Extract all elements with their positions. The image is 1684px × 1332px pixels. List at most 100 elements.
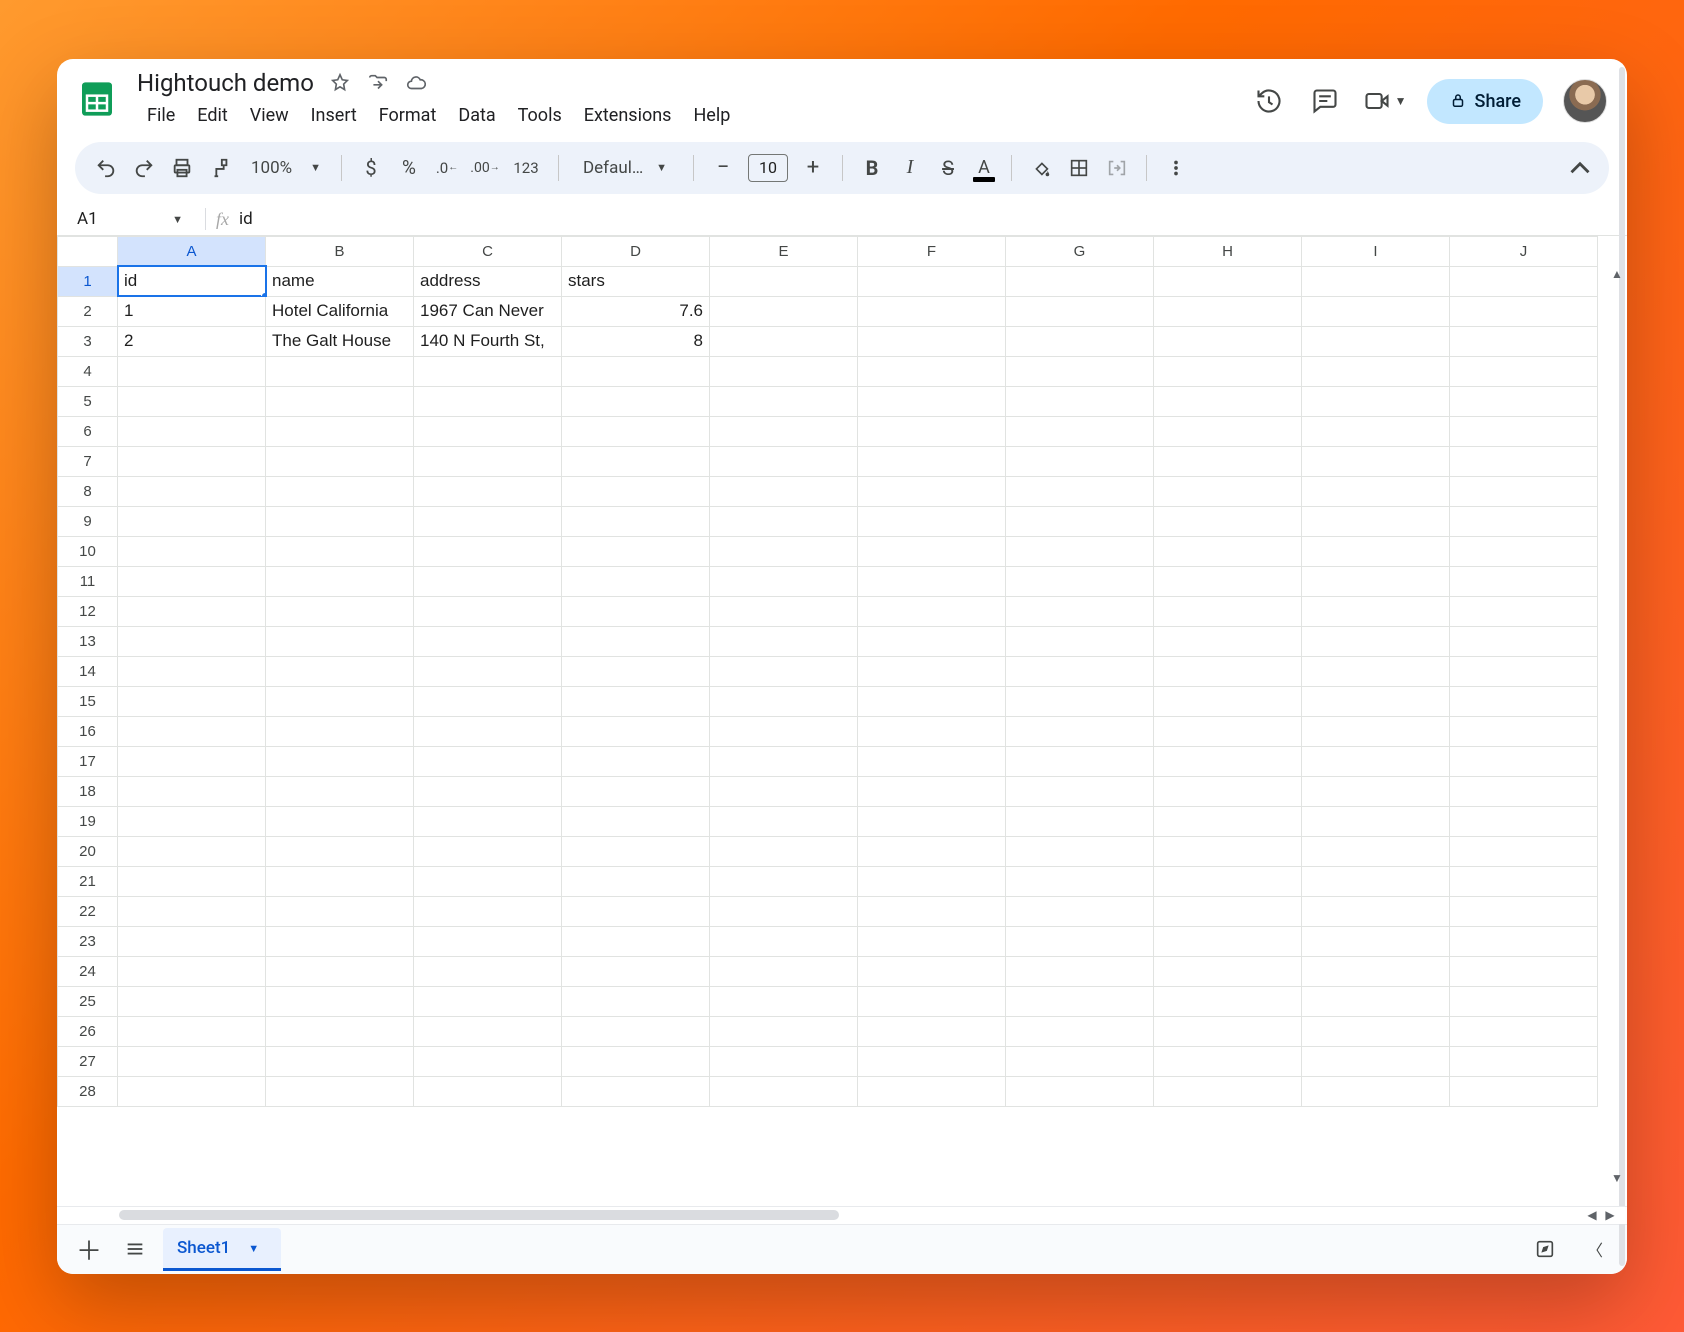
account-avatar[interactable] xyxy=(1563,79,1607,123)
cell[interactable] xyxy=(1006,836,1154,866)
cell[interactable] xyxy=(1302,776,1450,806)
cell[interactable] xyxy=(1154,356,1302,386)
cell[interactable] xyxy=(562,386,710,416)
cell[interactable] xyxy=(1006,566,1154,596)
cloud-icon[interactable] xyxy=(404,71,428,95)
cell[interactable] xyxy=(118,596,266,626)
explore-button[interactable] xyxy=(1527,1231,1563,1267)
cell[interactable] xyxy=(1154,416,1302,446)
column-header[interactable]: C xyxy=(414,236,562,266)
cell[interactable] xyxy=(1302,986,1450,1016)
cell[interactable] xyxy=(562,716,710,746)
cell[interactable] xyxy=(118,446,266,476)
scroll-down-icon[interactable]: ▼ xyxy=(1609,1170,1625,1186)
cell[interactable] xyxy=(710,536,858,566)
cell[interactable] xyxy=(562,506,710,536)
cell[interactable] xyxy=(562,746,710,776)
cell[interactable] xyxy=(266,806,414,836)
undo-button[interactable] xyxy=(89,151,123,185)
row-header[interactable]: 19 xyxy=(58,806,118,836)
cell[interactable] xyxy=(1302,356,1450,386)
cell[interactable] xyxy=(414,956,562,986)
cell[interactable] xyxy=(710,326,858,356)
text-color-button[interactable]: A xyxy=(969,153,999,183)
fill-color-button[interactable] xyxy=(1024,151,1058,185)
row-header[interactable]: 1 xyxy=(58,266,118,296)
cell[interactable] xyxy=(562,1076,710,1106)
cell[interactable] xyxy=(1450,626,1598,656)
cell[interactable] xyxy=(1450,806,1598,836)
cell[interactable] xyxy=(1154,746,1302,776)
cell[interactable] xyxy=(1450,926,1598,956)
cell[interactable] xyxy=(1302,656,1450,686)
cell[interactable]: name xyxy=(266,266,414,296)
cell[interactable] xyxy=(118,896,266,926)
cell[interactable] xyxy=(266,596,414,626)
cell[interactable] xyxy=(858,776,1006,806)
cell[interactable] xyxy=(118,536,266,566)
cell[interactable] xyxy=(562,686,710,716)
cell[interactable] xyxy=(1006,716,1154,746)
row-header[interactable]: 22 xyxy=(58,896,118,926)
row-header[interactable]: 23 xyxy=(58,926,118,956)
cell[interactable]: stars xyxy=(562,266,710,296)
cell[interactable] xyxy=(266,416,414,446)
cell[interactable] xyxy=(710,1046,858,1076)
cell[interactable] xyxy=(1302,836,1450,866)
row-header[interactable]: 13 xyxy=(58,626,118,656)
cell[interactable] xyxy=(858,866,1006,896)
cell[interactable] xyxy=(414,596,562,626)
cell[interactable] xyxy=(1154,1076,1302,1106)
cell[interactable] xyxy=(1006,776,1154,806)
cell[interactable] xyxy=(1006,476,1154,506)
cell[interactable] xyxy=(1302,326,1450,356)
column-header[interactable]: D xyxy=(562,236,710,266)
cell[interactable] xyxy=(858,536,1006,566)
cell[interactable] xyxy=(858,1076,1006,1106)
cell[interactable] xyxy=(1006,806,1154,836)
cell[interactable] xyxy=(562,656,710,686)
cell[interactable] xyxy=(858,1016,1006,1046)
column-header[interactable]: H xyxy=(1154,236,1302,266)
cell[interactable] xyxy=(1154,386,1302,416)
font-size-input[interactable]: 10 xyxy=(748,154,788,182)
cell[interactable] xyxy=(858,956,1006,986)
cell[interactable] xyxy=(858,326,1006,356)
column-header[interactable]: F xyxy=(858,236,1006,266)
cell[interactable] xyxy=(118,926,266,956)
vertical-scrollbar[interactable]: ▲ ▼ xyxy=(1609,266,1625,1186)
cell[interactable]: 8 xyxy=(562,326,710,356)
cell[interactable] xyxy=(414,1046,562,1076)
cell[interactable] xyxy=(858,656,1006,686)
cell[interactable] xyxy=(858,746,1006,776)
row-header[interactable]: 9 xyxy=(58,506,118,536)
cell[interactable] xyxy=(414,866,562,896)
cell[interactable] xyxy=(414,626,562,656)
cell[interactable] xyxy=(710,896,858,926)
cell[interactable] xyxy=(266,776,414,806)
cell[interactable] xyxy=(710,386,858,416)
cell[interactable]: address xyxy=(414,266,562,296)
cell[interactable] xyxy=(1450,746,1598,776)
cell[interactable] xyxy=(1154,656,1302,686)
cell[interactable] xyxy=(1006,356,1154,386)
cell[interactable] xyxy=(1154,776,1302,806)
cell[interactable] xyxy=(1450,416,1598,446)
cell[interactable] xyxy=(1302,266,1450,296)
menu-file[interactable]: File xyxy=(137,101,185,130)
cell[interactable] xyxy=(1006,926,1154,956)
cell[interactable] xyxy=(710,296,858,326)
cell[interactable] xyxy=(266,476,414,506)
row-header[interactable]: 28 xyxy=(58,1076,118,1106)
cell[interactable] xyxy=(118,656,266,686)
cell[interactable] xyxy=(1450,446,1598,476)
cell[interactable] xyxy=(1006,1016,1154,1046)
cell[interactable] xyxy=(414,656,562,686)
cell[interactable] xyxy=(1450,686,1598,716)
row-header[interactable]: 27 xyxy=(58,1046,118,1076)
cell[interactable] xyxy=(710,746,858,776)
cell[interactable] xyxy=(562,626,710,656)
cell[interactable] xyxy=(266,386,414,416)
cell[interactable] xyxy=(1154,1016,1302,1046)
cell[interactable] xyxy=(1154,266,1302,296)
